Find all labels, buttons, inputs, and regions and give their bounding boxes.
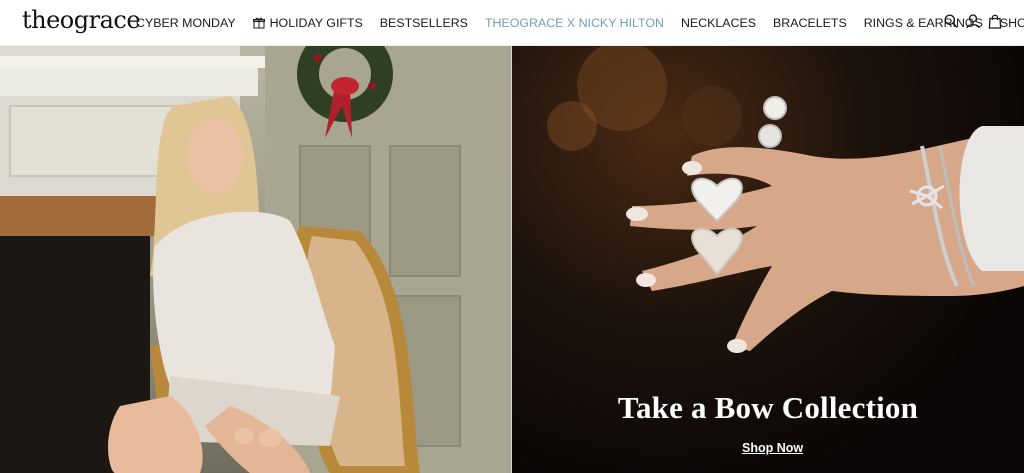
main-nav: CYBER MONDAY HOLIDAY GIFTS BESTSELLERS T… [136,0,1024,46]
search-icon[interactable] [944,14,958,29]
hero-heading: Take a Bow Collection [617,390,919,425]
cart-icon[interactable] [988,14,1002,29]
nav-item-label: HOLIDAY GIFTS [269,16,363,30]
nav-item-label: SHOP BY [999,16,1024,30]
hero-left-photo [0,46,512,473]
nav-item-label: CYBER MONDAY [136,16,236,30]
nav-item-theograce-x-nicky-hilton[interactable]: THEOGRACE X NICKY HILTON [485,16,664,30]
nav-item-necklaces[interactable]: NECKLACES [681,16,756,30]
header-icons [936,14,1002,29]
nav-item-label: BESTSELLERS [379,16,468,30]
nav-item-holiday-gifts[interactable]: HOLIDAY GIFTS [252,16,363,30]
gift-icon [252,17,265,29]
account-icon[interactable] [966,14,980,29]
nav-item-label: THEOGRACE X NICKY HILTON [484,16,664,30]
nav-item-label: BRACELETS [773,16,847,30]
hero-left-image[interactable] [0,46,512,473]
nav-item-shop-by[interactable]: SHOP BY [1000,16,1024,30]
brand-logo[interactable]: theograce [22,6,141,34]
site-header: theograce CYBER MONDAY HOLIDAY GIFTS BES… [0,0,1024,46]
hero-banner: Take a Bow Collection Shop Now [0,46,1024,473]
nav-item-bestsellers[interactable]: BESTSELLERS [380,16,468,30]
shop-now-link[interactable]: Shop Now [742,441,803,455]
nav-item-label: NECKLACES [680,16,757,30]
nav-item-bracelets[interactable]: BRACELETS [773,16,847,30]
nav-item-cyber-monday[interactable]: CYBER MONDAY [136,16,236,30]
